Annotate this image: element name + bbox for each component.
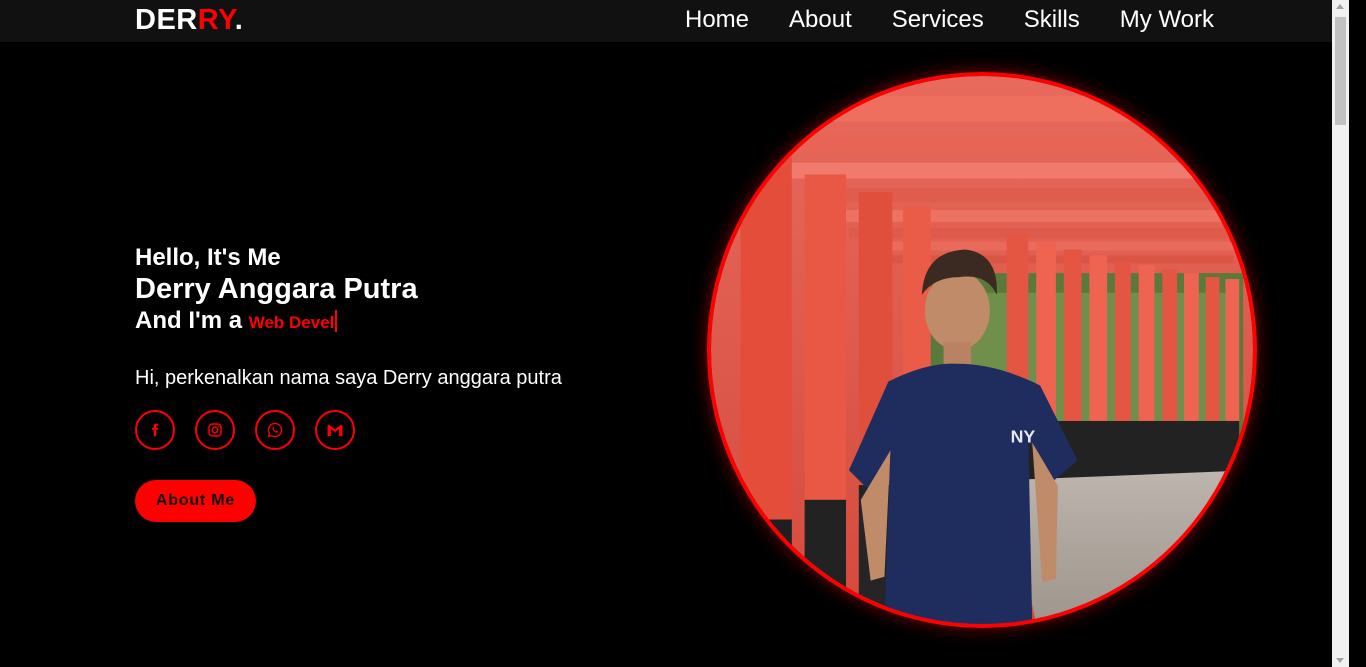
logo-accent: RY (197, 4, 235, 36)
hero-greeting: Hello, It's Me (135, 244, 281, 271)
facebook-icon (152, 423, 159, 437)
logo-main: DER (135, 4, 198, 36)
page: DERRY. Home About Services Skills My Wor… (0, 0, 1349, 667)
profile-photo-image: NY (711, 76, 1253, 624)
gmail-icon (327, 424, 343, 436)
hero-role: And I'm a Web Devel (135, 307, 655, 337)
nav-link-home[interactable]: Home (685, 6, 749, 34)
facebook-link[interactable] (135, 410, 175, 450)
logo[interactable]: DERRY. (135, 4, 243, 36)
hero-name: Derry Anggara Putra (135, 273, 418, 305)
scroll-down-arrow-icon[interactable] (1336, 658, 1344, 663)
hero-intro: Hi, perkenalkan nama saya Derry anggara … (135, 367, 562, 389)
gmail-link[interactable] (315, 410, 355, 450)
logo-dot: . (234, 4, 244, 36)
nav-link-my-work[interactable]: My Work (1120, 6, 1214, 34)
scrollbar-thumb[interactable] (1335, 17, 1346, 125)
hero-text: Hello, It's Me Derry Anggara Putra And I… (135, 244, 655, 522)
instagram-icon (208, 423, 222, 437)
profile-photo: NY (707, 72, 1257, 628)
logo-print: NY (1011, 427, 1036, 447)
navbar: DERRY. Home About Services Skills My Wor… (0, 0, 1349, 42)
social-links (135, 410, 655, 450)
nav-link-skills[interactable]: Skills (1024, 6, 1080, 34)
whatsapp-icon (267, 422, 283, 438)
nav-link-about[interactable]: About (789, 6, 852, 34)
nav-link-services[interactable]: Services (892, 6, 984, 34)
role-typed-text: Web Devel (248, 313, 335, 332)
about-me-button[interactable]: About Me (135, 480, 256, 522)
instagram-link[interactable] (195, 410, 235, 450)
page-scrollbar[interactable] (1332, 0, 1349, 667)
scroll-up-arrow-icon[interactable] (1336, 4, 1344, 9)
role-prefix: And I'm a (135, 307, 243, 334)
whatsapp-link[interactable] (255, 410, 295, 450)
typing-cursor (335, 310, 338, 332)
nav-links: Home About Services Skills My Work (685, 6, 1214, 34)
